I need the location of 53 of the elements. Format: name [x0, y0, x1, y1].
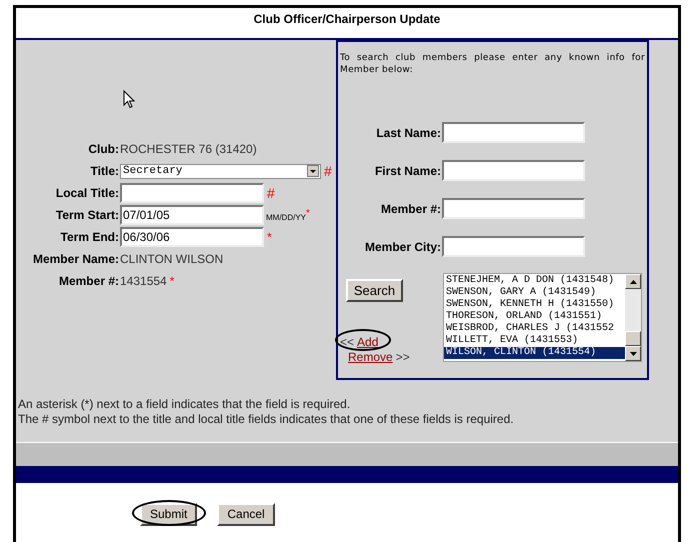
field-label: Member #: — [380, 200, 442, 218]
field-label: Member City: — [364, 238, 442, 256]
note-text: An asterisk (*) next to a field indicates that the field is required. — [18, 397, 352, 412]
field-label: Term End: — [60, 229, 120, 246]
pointer-icon — [123, 90, 135, 109]
input-field[interactable]: 07/01/05 — [120, 205, 264, 225]
search-button[interactable]: Search — [346, 279, 403, 302]
instructions-text: To search club members please enter any known info for Member below: — [339, 52, 646, 76]
arrow-text: >> — [396, 349, 410, 366]
list-item[interactable]: WEISBROD, CHARLES J (1431552 — [444, 323, 625, 335]
arrow-text: << — [340, 334, 354, 351]
format-hint: MM/DD/YY — [266, 212, 306, 224]
required-marker: * — [170, 273, 174, 290]
field-label: Local Title: — [54, 185, 120, 202]
field-value: 1431554 — [120, 273, 167, 290]
input-field[interactable] — [442, 198, 585, 219]
list-item[interactable]: STENEJHEM, A D DON (1431548) — [444, 275, 625, 287]
list-item[interactable]: WILSON, CLINTON (1431554) — [444, 347, 625, 359]
dropdown-icon[interactable] — [310, 170, 316, 172]
form-button[interactable]: Submit — [140, 502, 198, 526]
hash-marker: # — [267, 184, 275, 202]
field-label: Last Name: — [375, 124, 442, 142]
input-field[interactable] — [442, 160, 585, 181]
page-title: Club Officer/Chairperson Update — [252, 11, 442, 28]
field-label: Member #: — [58, 273, 120, 290]
required-marker: * — [267, 229, 272, 246]
list-item[interactable]: WILLETT, EVA (1431553) — [444, 335, 625, 347]
list-item[interactable]: THORESON, ORLAND (1431551) — [444, 311, 625, 323]
scroll-down-icon[interactable] — [630, 352, 636, 356]
form-button[interactable]: Cancel — [217, 502, 275, 526]
scrollbar[interactable] — [625, 274, 641, 361]
input-field[interactable] — [442, 122, 585, 143]
field-label: First Name: — [374, 162, 442, 180]
field-value: CLINTON WILSON — [120, 251, 224, 268]
add-link[interactable]: Add — [357, 333, 378, 351]
remove-link[interactable]: Remove — [348, 348, 393, 366]
note-text: The # symbol next to the title and local title fields indicates that one of these fields is required. — [18, 412, 515, 427]
field-value: ROCHESTER 76 (31420) — [120, 141, 257, 158]
hash-marker: # — [324, 162, 332, 180]
scroll-up-icon[interactable] — [630, 280, 636, 284]
list-item[interactable]: SWENSON, KENNETH H (1431550) — [444, 299, 625, 311]
field-label: Club: — [87, 141, 120, 158]
input-field[interactable] — [442, 236, 585, 257]
field-label: Title: — [90, 163, 120, 180]
input-field[interactable] — [120, 183, 264, 203]
scroll-thumb[interactable] — [625, 331, 641, 346]
required-marker: * — [306, 207, 310, 221]
field-label: Member Name: — [32, 251, 120, 268]
input-field[interactable]: 06/30/06 — [120, 227, 264, 247]
title-select[interactable]: Secretary — [120, 164, 321, 178]
results-list[interactable]: STENEJHEM, A D DON (1431548) SWENSON, GARY A (1431549) SWENSON, KENNETH H (1431550) THORESON, ORLAND (1431551) WEISBROD, CHARLES J (1431552 WILLETT, EVA (1431553) WILSON, CLINTON (1431554) — [443, 273, 642, 362]
list-item[interactable]: SWENSON, GARY A (1431549) — [444, 287, 625, 299]
field-label: Term Start: — [54, 207, 120, 224]
